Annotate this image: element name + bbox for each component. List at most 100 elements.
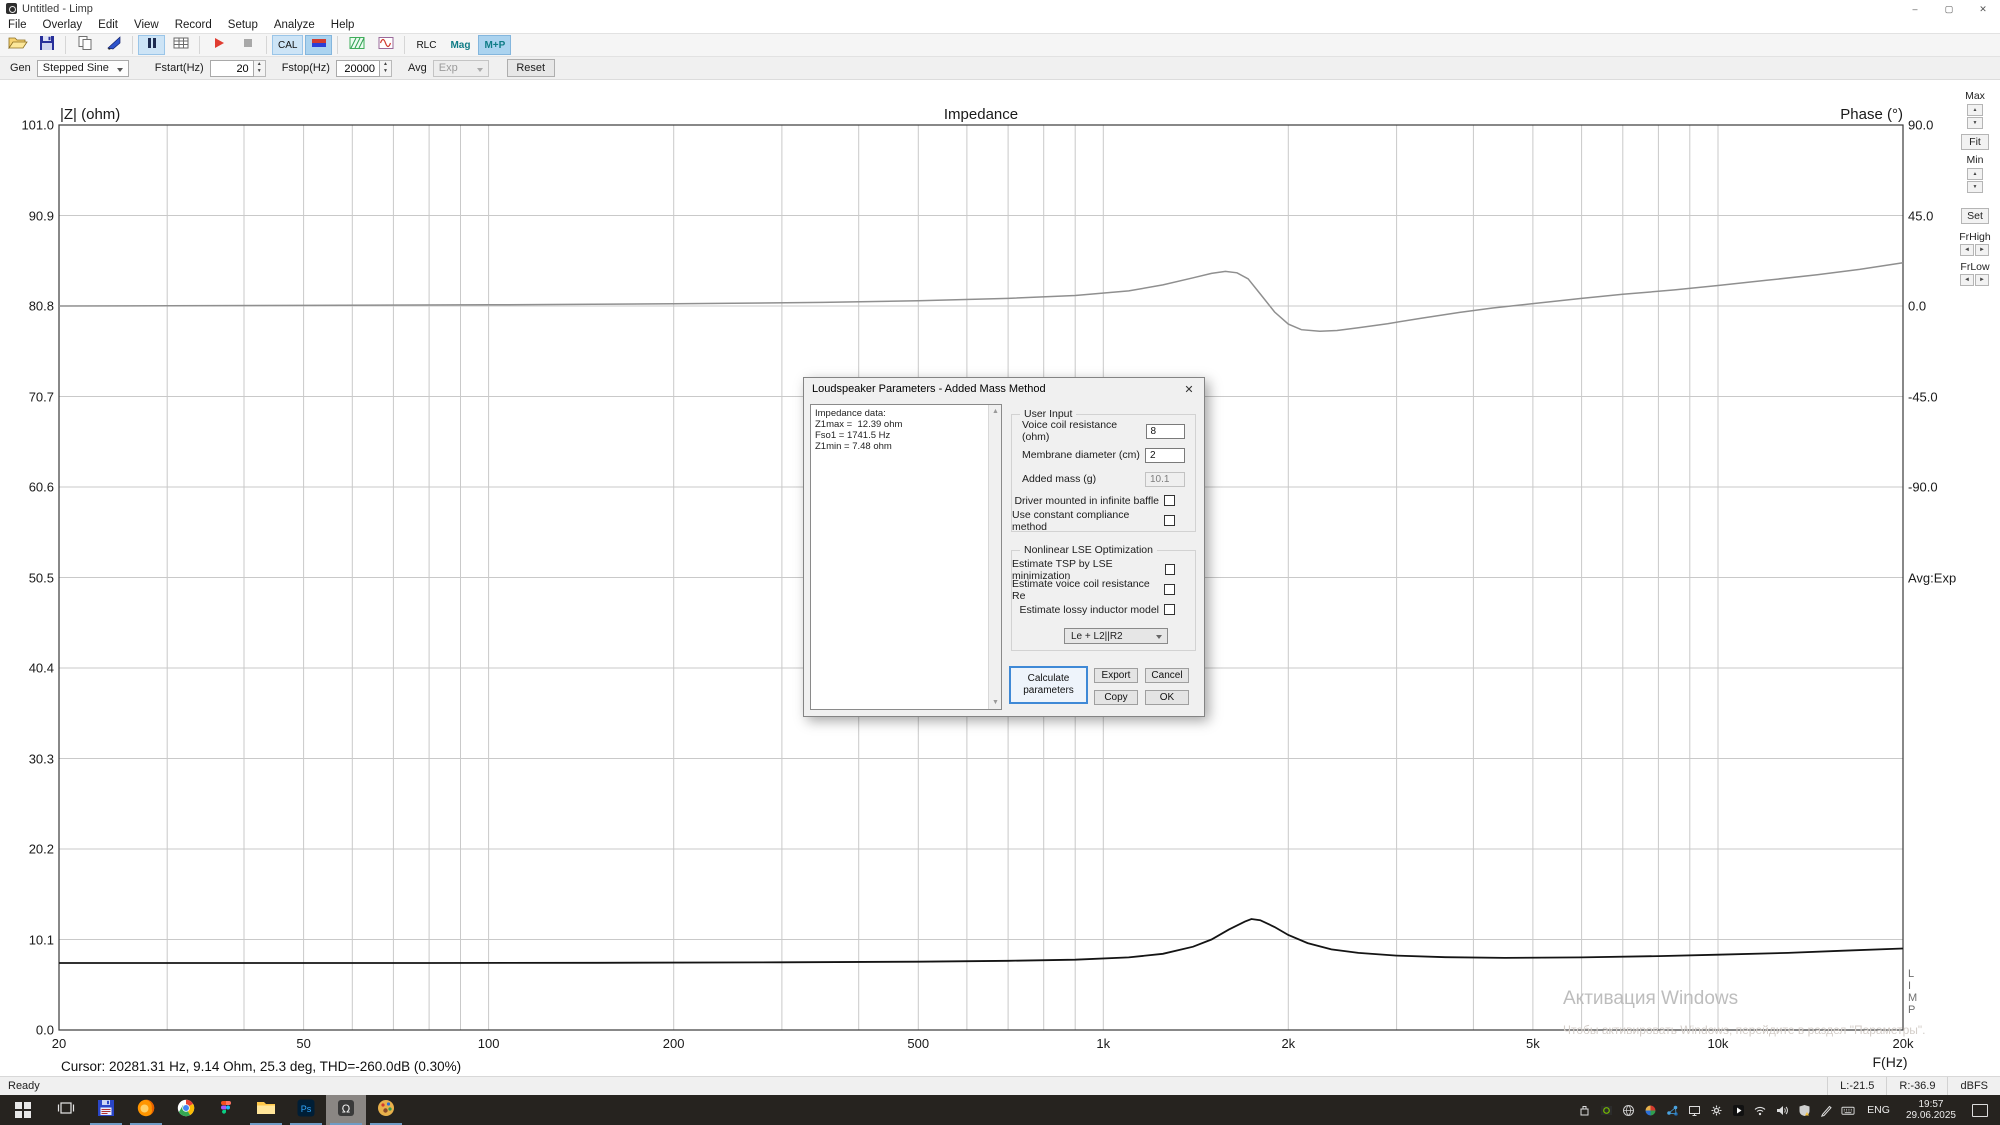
figma-taskbar-button[interactable] <box>206 1095 246 1125</box>
overlay-edit-button[interactable] <box>100 35 127 55</box>
taskbar: Ps Ω ENG 19:57 29.06.2025 <box>0 1095 2000 1125</box>
copy-button[interactable]: Copy <box>1094 690 1138 705</box>
pen-icon[interactable] <box>1819 1103 1833 1117</box>
display-icon[interactable] <box>1687 1103 1701 1117</box>
sine-generator-button[interactable] <box>372 35 399 55</box>
checkbox-unchecked[interactable] <box>1164 515 1175 526</box>
photoshop-taskbar-button[interactable]: Ps <box>286 1095 326 1125</box>
keyboard-icon[interactable] <box>1841 1103 1855 1117</box>
fstop-stepper[interactable]: ▲▼ <box>336 60 392 77</box>
clock[interactable]: 19:57 29.06.2025 <box>1902 1099 1960 1121</box>
ok-button[interactable]: OK <box>1145 690 1189 705</box>
min-up-button[interactable]: ▲ <box>1967 168 1983 180</box>
firefox-taskbar-button[interactable] <box>126 1095 166 1125</box>
left-axis-tick-label: 20.2 <box>0 842 54 857</box>
security-shield-icon[interactable] <box>1797 1103 1811 1117</box>
open-file-button[interactable] <box>4 35 31 55</box>
minimize-icon[interactable]: – <box>1898 1 1932 17</box>
color-wheel-icon[interactable] <box>1643 1103 1657 1117</box>
menu-record[interactable]: Record <box>167 19 220 31</box>
frhigh-right-button[interactable]: ► <box>1975 244 1989 256</box>
fstart-input[interactable] <box>210 60 254 77</box>
limp-taskbar-button[interactable]: Ω <box>326 1095 366 1125</box>
checkbox-unchecked[interactable] <box>1164 584 1175 595</box>
task-view-taskbar-button[interactable] <box>46 1095 86 1125</box>
overlay-bars-button[interactable] <box>305 35 332 55</box>
chrome-taskbar-button[interactable] <box>166 1095 206 1125</box>
maximize-icon[interactable]: ▢ <box>1932 1 1966 17</box>
fstart-spin-buttons[interactable]: ▲▼ <box>254 60 266 77</box>
generator-type-select[interactable]: Stepped Sine <box>37 60 129 77</box>
table-view-button[interactable] <box>167 35 194 55</box>
field-input[interactable]: 8 <box>1146 424 1185 439</box>
checkbox-label: Use constant compliance method <box>1012 509 1159 533</box>
calibrate-button[interactable]: CAL <box>272 35 303 55</box>
dialog-close-icon[interactable]: ✕ <box>1174 383 1204 396</box>
activation-watermark-subtitle: Чтобы активировать Windows, перейдите в … <box>1563 1023 1926 1037</box>
media-player-icon[interactable] <box>1731 1103 1745 1117</box>
spin-down-icon[interactable]: ▼ <box>254 68 265 76</box>
record-stop-button[interactable] <box>234 35 261 55</box>
scroll-up-icon[interactable]: ▲ <box>989 405 1002 418</box>
checkbox-unchecked[interactable] <box>1165 564 1175 575</box>
spin-down-icon[interactable]: ▼ <box>380 68 391 76</box>
x-axis-tick-label: 20k <box>1871 1036 1935 1051</box>
list-scrollbar[interactable]: ▲ ▼ <box>988 405 1001 709</box>
nvidia-icon[interactable] <box>1599 1103 1613 1117</box>
menu-help[interactable]: Help <box>323 19 363 31</box>
scroll-down-icon[interactable]: ▼ <box>989 696 1002 709</box>
globe-icon[interactable] <box>1621 1103 1635 1117</box>
menu-overlay[interactable]: Overlay <box>35 19 91 31</box>
usb-icon[interactable] <box>1577 1103 1591 1117</box>
close-icon[interactable]: ✕ <box>1966 1 2000 17</box>
rlc-button[interactable]: RLC <box>410 35 442 55</box>
pink-noise-button[interactable] <box>343 35 370 55</box>
min-down-button[interactable]: ▼ <box>1967 181 1983 193</box>
settings-gear-icon[interactable] <box>1709 1103 1723 1117</box>
field-input[interactable]: 2 <box>1145 448 1185 463</box>
set-button[interactable]: Set <box>1961 208 1989 224</box>
max-down-button[interactable]: ▼ <box>1967 117 1983 129</box>
spin-up-icon[interactable]: ▲ <box>380 61 391 69</box>
network-nodes-icon[interactable] <box>1665 1103 1679 1117</box>
notification-center-icon[interactable] <box>1972 1104 1988 1117</box>
menu-setup[interactable]: Setup <box>220 19 266 31</box>
frlow-left-button[interactable]: ◄ <box>1960 274 1974 286</box>
wifi-icon[interactable] <box>1753 1103 1767 1117</box>
fit-button[interactable]: Fit <box>1961 134 1989 150</box>
fstop-input[interactable] <box>336 60 380 77</box>
start-button[interactable] <box>0 1095 46 1125</box>
menu-analyze[interactable]: Analyze <box>266 19 323 31</box>
reset-button[interactable]: Reset <box>507 59 555 77</box>
file-explorer-taskbar-button[interactable] <box>246 1095 286 1125</box>
menu-edit[interactable]: Edit <box>90 19 126 31</box>
frlow-right-button[interactable]: ► <box>1975 274 1989 286</box>
left-axis-tick-label: 101.0 <box>0 118 54 133</box>
fstop-spin-buttons[interactable]: ▲▼ <box>380 60 392 77</box>
volume-icon[interactable] <box>1775 1103 1789 1117</box>
cancel-button[interactable]: Cancel <box>1145 668 1189 683</box>
magnitude-phase-view-button[interactable]: M+P <box>478 35 511 55</box>
copy-overlay-button[interactable] <box>71 35 98 55</box>
calculate-parameters-button[interactable]: Calculate parameters <box>1009 666 1088 704</box>
max-up-button[interactable]: ▲ <box>1967 104 1983 116</box>
language-indicator[interactable]: ENG <box>1863 1104 1894 1116</box>
pause-button[interactable] <box>138 35 165 55</box>
save-button[interactable] <box>33 35 60 55</box>
menu-view[interactable]: View <box>126 19 167 31</box>
floppy-app-taskbar-button[interactable] <box>86 1095 126 1125</box>
fstart-stepper[interactable]: ▲▼ <box>210 60 266 77</box>
record-start-button[interactable] <box>205 35 232 55</box>
limp-icon: Ω <box>336 1098 356 1123</box>
menu-file[interactable]: File <box>0 19 35 31</box>
magnitude-view-button[interactable]: Mag <box>444 35 476 55</box>
spin-up-icon[interactable]: ▲ <box>254 61 265 69</box>
impedance-data-list[interactable]: Impedance data:Z1max = 12.39 ohmFso1 = 1… <box>810 404 1002 710</box>
frhigh-left-button[interactable]: ◄ <box>1960 244 1974 256</box>
export-button[interactable]: Export <box>1094 668 1138 683</box>
paint-taskbar-button[interactable] <box>366 1095 406 1125</box>
checkbox-unchecked[interactable] <box>1164 604 1175 615</box>
checkbox-unchecked[interactable] <box>1164 495 1175 506</box>
right-axis-tick-label: 90.0 <box>1908 118 1963 133</box>
dialog-title-bar[interactable]: Loudspeaker Parameters - Added Mass Meth… <box>804 378 1204 400</box>
